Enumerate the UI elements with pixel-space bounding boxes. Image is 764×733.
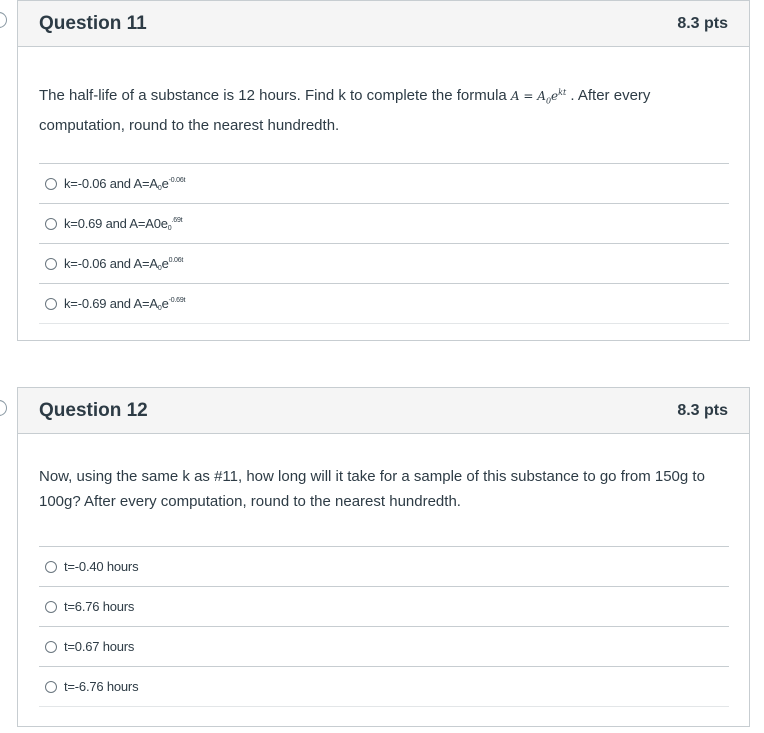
question-nav-icon[interactable] <box>0 400 7 416</box>
answer-label: k=-0.69 and A=A0e-0.69t <box>64 295 186 312</box>
question-11: Question 11 8.3 pts The half-life of a s… <box>17 0 750 341</box>
answer-label: k=-0.06 and A=A0e-0.06t <box>64 175 186 192</box>
radio-button[interactable] <box>45 560 57 573</box>
radio-button[interactable] <box>45 177 57 190</box>
radio-button[interactable] <box>45 640 57 653</box>
answer-label: t=-0.40 hours <box>64 559 139 574</box>
answer-label: t=0.67 hours <box>64 639 135 654</box>
answer-list: k=-0.06 and A=A0e-0.06t k=0.69 and A=A0e… <box>39 163 729 325</box>
answer-option[interactable]: t=6.76 hours <box>39 587 729 627</box>
question-body: Now, using the same k as #11, how long w… <box>18 434 749 707</box>
question-nav-icon[interactable] <box>0 12 7 28</box>
radio-button[interactable] <box>45 297 57 310</box>
radio-button[interactable] <box>45 600 57 613</box>
answer-label: t=-6.76 hours <box>64 679 139 694</box>
question-body: The half-life of a substance is 12 hours… <box>18 47 749 325</box>
question-title: Question 12 <box>39 399 148 421</box>
quiz-page: Question 11 8.3 pts The half-life of a s… <box>0 0 764 733</box>
question-text: The half-life of a substance is 12 hours… <box>39 87 651 135</box>
question-title: Question 11 <box>39 12 147 34</box>
answer-option[interactable]: t=-0.40 hours <box>39 547 729 587</box>
answer-label: k=-0.06 and A=A0e0.06t <box>64 255 184 272</box>
answer-option[interactable]: k=-0.69 and A=A0e-0.69t <box>39 284 729 325</box>
question-12: Question 12 8.3 pts Now, using the same … <box>17 387 750 727</box>
answer-option[interactable]: k=-0.06 and A=A0e0.06t <box>39 244 729 285</box>
radio-button[interactable] <box>45 680 57 693</box>
question-points: 8.3 pts <box>677 14 728 32</box>
question-header: Question 11 8.3 pts <box>18 1 749 47</box>
answer-label: k=0.69 and A=A0e0.69t <box>64 215 183 232</box>
formula: A = A0ekt <box>510 88 567 106</box>
question-header: Question 12 8.3 pts <box>18 388 749 434</box>
radio-button[interactable] <box>45 217 57 230</box>
radio-button[interactable] <box>45 257 57 270</box>
answer-label: t=6.76 hours <box>64 599 135 614</box>
answer-option[interactable]: t=0.67 hours <box>39 627 729 667</box>
answer-option[interactable]: k=0.69 and A=A0e0.69t <box>39 204 729 245</box>
answer-option[interactable]: k=-0.06 and A=A0e-0.06t <box>39 164 729 205</box>
question-text: Now, using the same k as #11, how long w… <box>39 468 705 510</box>
question-points: 8.3 pts <box>677 401 728 419</box>
answer-option[interactable]: t=-6.76 hours <box>39 667 729 707</box>
answer-list: t=-0.40 hours t=6.76 hours t=0.67 hours … <box>39 546 729 707</box>
